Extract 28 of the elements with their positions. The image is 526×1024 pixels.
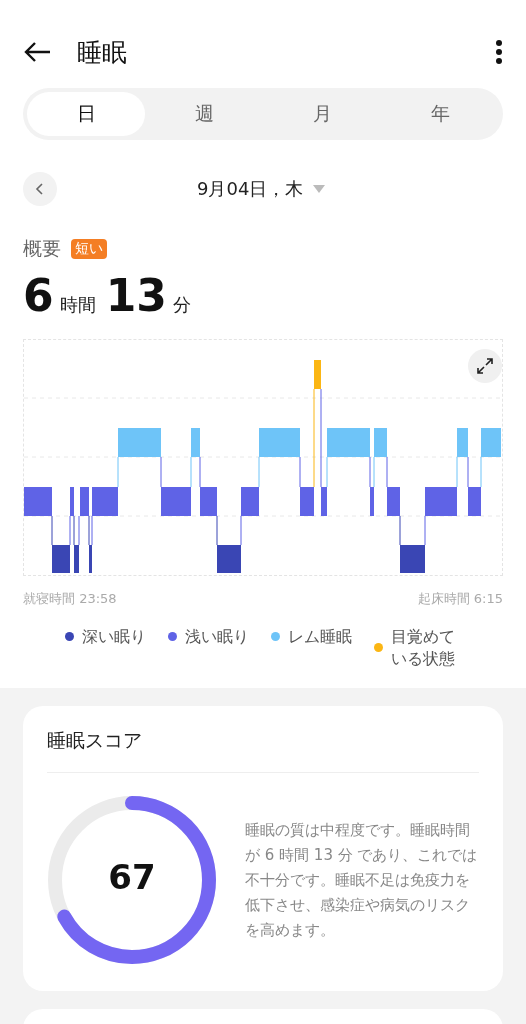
period-tab[interactable]: 日 (27, 92, 145, 136)
more-icon[interactable] (495, 40, 503, 64)
overview-label: 概要 (23, 236, 61, 261)
date-selector[interactable]: 9月04日，木 (197, 177, 326, 201)
page-title: 睡眠 (77, 36, 128, 69)
dropdown-caret-icon (313, 185, 326, 193)
score-value: 67 (107, 857, 157, 897)
wake-time-label: 起床時間 6:15 (417, 590, 503, 608)
legend-label: 深い眠り (82, 626, 146, 648)
score-description: 睡眠の質は中程度です。睡眠時間が 6 時間 13 分 であり、これでは不十分です。睡眠不足は免疫力を低下させ、感染症や病気のリスクを高めます。 (245, 819, 479, 941)
bedtime-label: 就寝時間 23:58 (23, 590, 117, 608)
chevron-left-icon (35, 182, 45, 196)
legend-label: レム睡眠 (288, 626, 352, 648)
card-title: 睡眠スコア (47, 728, 479, 773)
expand-button[interactable] (468, 349, 502, 383)
period-tab[interactable]: 週 (145, 92, 263, 136)
back-button[interactable] (23, 41, 51, 63)
legend-label: 浅い眠り (185, 626, 249, 648)
hours-value: 6 (23, 270, 54, 321)
previous-button[interactable] (23, 172, 57, 206)
period-tab[interactable]: 月 (263, 92, 381, 136)
status-badge: 短い (71, 239, 107, 259)
minutes-value: 13 (105, 270, 167, 321)
minutes-unit: 分 (172, 293, 191, 317)
expand-icon (476, 357, 494, 375)
hours-unit: 時間 (59, 293, 96, 317)
legend-label: 目覚めている状態 (391, 626, 456, 670)
period-tab[interactable]: 年 (381, 92, 499, 136)
